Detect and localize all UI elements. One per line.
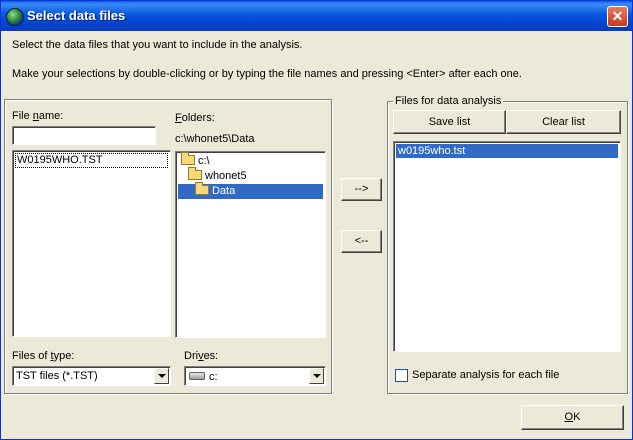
chevron-down-icon[interactable] — [309, 368, 324, 384]
instruction-line-2: Make your selections by double-clicking … — [12, 68, 522, 80]
dialog-window: Select data files ✕ Select the data file… — [0, 0, 633, 440]
remove-file-button-label: <-- — [354, 235, 369, 247]
ok-button[interactable]: OK — [521, 405, 624, 430]
folder-icon — [181, 152, 195, 165]
instruction-line-1: Select the data files that you want to i… — [12, 39, 303, 51]
files-for-analysis-title: Files for data analysis — [393, 95, 504, 107]
drives-label: Drives: — [184, 350, 219, 362]
drives-select[interactable]: c: — [184, 366, 326, 386]
folder-icon — [188, 167, 202, 180]
drive-value-wrap: c: — [189, 371, 218, 383]
drive-value: c: — [209, 371, 218, 383]
folders-label: Folders: — [175, 112, 215, 124]
ok-button-label: OK — [564, 411, 581, 423]
file-list[interactable]: W0195WHO.TST — [12, 150, 171, 337]
separate-analysis-checkbox[interactable] — [395, 369, 408, 382]
current-folder-path: c:\whonet5\Data — [175, 133, 255, 145]
files-of-type-label: Files of type: — [12, 350, 75, 362]
file-list-item[interactable]: W0195WHO.TST — [15, 153, 168, 168]
folder-item[interactable]: Data — [178, 182, 323, 199]
remove-file-button[interactable]: <-- — [341, 230, 382, 253]
file-name-input[interactable] — [12, 126, 156, 145]
file-name-label: File name: — [12, 110, 64, 122]
close-icon: ✕ — [611, 8, 624, 24]
folder-item-label: whonet5 — [205, 170, 247, 182]
chevron-down-icon[interactable] — [154, 368, 169, 384]
clear-list-button[interactable]: Clear list — [506, 110, 621, 134]
drive-icon — [189, 372, 205, 380]
save-list-button[interactable]: Save list — [393, 110, 506, 134]
analysis-file-item[interactable]: w0195who.tst — [396, 144, 618, 158]
dialog-title: Select data files — [27, 8, 126, 23]
folder-item-label: c:\ — [198, 155, 210, 167]
add-file-button-label: --> — [354, 183, 369, 195]
analysis-file-list[interactable]: w0195who.tst — [393, 141, 621, 352]
folder-tree[interactable]: c:\ whonet5 Data — [175, 151, 326, 338]
title-bar[interactable]: Select data files ✕ — [1, 1, 632, 31]
close-button[interactable]: ✕ — [607, 6, 628, 27]
globe-icon — [6, 8, 24, 26]
folder-icon — [195, 182, 209, 195]
files-of-type-value: TST files (*.TST) — [16, 370, 98, 382]
add-file-button[interactable]: --> — [341, 178, 382, 201]
folder-item[interactable]: c:\ — [178, 152, 323, 169]
separate-analysis-label: Separate analysis for each file — [412, 369, 560, 381]
clear-list-label: Clear list — [542, 116, 585, 128]
save-list-label: Save list — [428, 116, 471, 128]
files-of-type-select[interactable]: TST files (*.TST) — [12, 366, 171, 386]
folder-item-label: Data — [212, 185, 236, 197]
